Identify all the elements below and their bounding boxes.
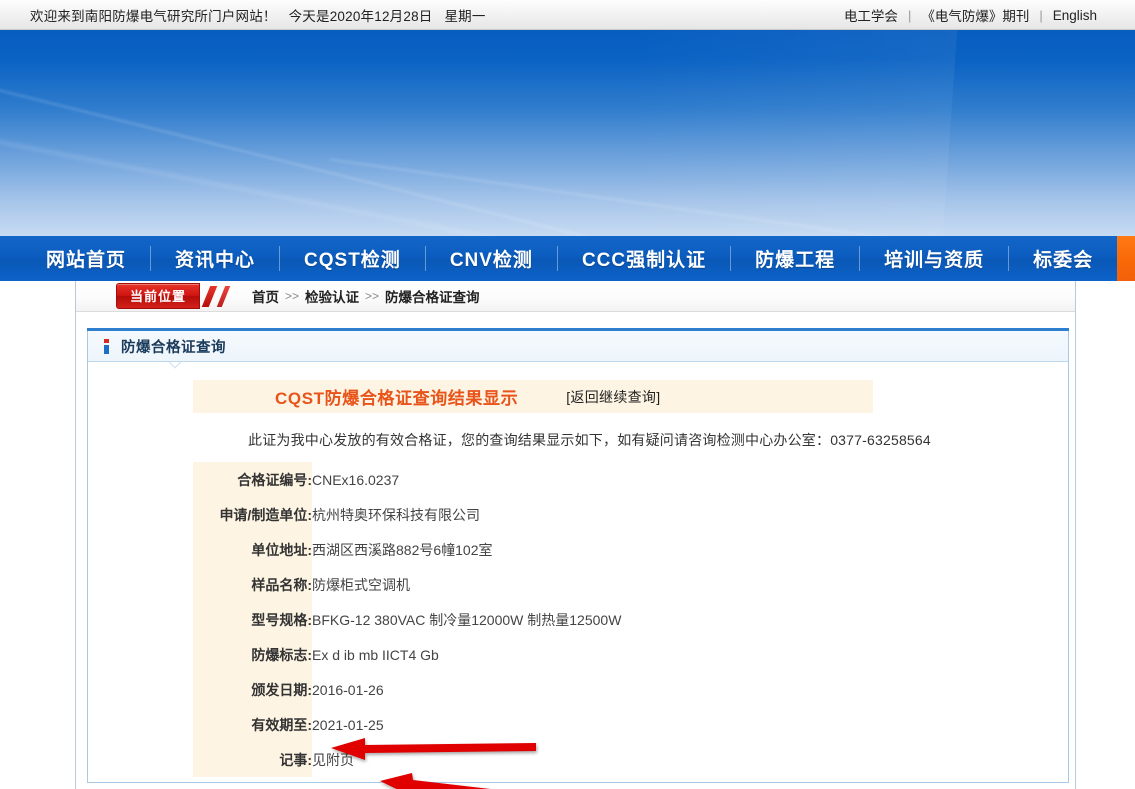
top-links: 电工学会 | 《电气防爆》期刊 | English [834, 0, 1107, 30]
row-value-remarks: 见附页 [312, 742, 621, 777]
table-row: 样品名称: 防爆柜式空调机 [193, 567, 621, 602]
breadcrumb-separator-2: >> [365, 289, 379, 303]
breadcrumb-item-current: 防爆合格证查询 [385, 286, 480, 306]
row-value-address: 西湖区西溪路882号6幢102室 [312, 532, 621, 567]
nav-item-ccc-certification[interactable]: CCC强制认证 [558, 236, 730, 281]
breadcrumb-path: 首页 >> 检验认证 >> 防爆合格证查询 [252, 286, 480, 306]
welcome-message: 欢迎来到南阳防爆电气研究所门户网站！ [30, 9, 277, 24]
top-link-english[interactable]: English [1043, 8, 1107, 23]
page-body: 当前位置 首页 >> 检验认证 >> 防爆合格证查询 防爆合格证查询 [0, 281, 1135, 789]
breadcrumb-badge-slash-2 [217, 286, 230, 307]
back-to-query-link[interactable]: [返回继续查询] [566, 387, 660, 407]
nav-item-home[interactable]: 网站首页 [22, 236, 150, 281]
breadcrumb-badge-label: 当前位置 [116, 283, 200, 309]
table-row: 防爆标志: Ex d ib mb IICT4 Gb [193, 637, 621, 672]
row-value-sample-name: 防爆柜式空调机 [312, 567, 621, 602]
weekday: 星期一 [444, 9, 485, 24]
row-label-remarks: 记事: [193, 742, 312, 777]
nav-item-industry-association[interactable]: 行业协会 [1117, 236, 1135, 281]
row-label-ex-marking: 防爆标志: [193, 637, 312, 672]
row-value-certificate-number: CNEx16.0237 [312, 462, 621, 497]
nav-item-cqst-testing[interactable]: CQST检测 [280, 236, 425, 281]
nav-item-training-qualification[interactable]: 培训与资质 [860, 236, 1008, 281]
breadcrumb: 当前位置 首页 >> 检验认证 >> 防爆合格证查询 [76, 281, 1075, 312]
row-value-model-spec: BFKG-12 380VAC 制冷量12000W 制热量12500W [312, 602, 621, 637]
nav-items: 网站首页 资讯中心 CQST检测 CNV检测 CCC强制认证 防爆工程 培训与资… [22, 236, 1135, 281]
table-row: 型号规格: BFKG-12 380VAC 制冷量12000W 制热量12500W [193, 602, 621, 637]
breadcrumb-badge: 当前位置 [116, 286, 200, 307]
breadcrumb-badge-slash-1 [202, 286, 217, 307]
table-row: 申请/制造单位: 杭州特奥环保科技有限公司 [193, 497, 621, 532]
table-row: 合格证编号: CNEx16.0237 [193, 462, 621, 497]
panel-header: 防爆合格证查询 [88, 331, 1068, 362]
row-label-address: 单位地址: [193, 532, 312, 567]
row-value-valid-until: 2021-01-25 [312, 707, 621, 742]
site-banner [0, 30, 1135, 236]
info-icon [104, 339, 109, 354]
breadcrumb-separator-1: >> [285, 289, 299, 303]
top-link-journal[interactable]: 《电气防爆》期刊 [911, 5, 1039, 25]
welcome-text: 欢迎来到南阳防爆电气研究所门户网站！ 今天是2020年12月28日星期一 [30, 5, 486, 25]
nav-item-cnv-testing[interactable]: CNV检测 [426, 236, 557, 281]
table-row: 记事: 见附页 [193, 742, 621, 777]
nav-item-standards-committee[interactable]: 标委会 [1009, 236, 1117, 281]
top-utility-bar: 欢迎来到南阳防爆电气研究所门户网站！ 今天是2020年12月28日星期一 电工学会… [0, 0, 1135, 30]
nav-item-explosion-proof-engineering[interactable]: 防爆工程 [731, 236, 859, 281]
panel-title: 防爆合格证查询 [121, 336, 226, 357]
table-row: 有效期至: 2021-01-25 [193, 707, 621, 742]
row-value-ex-marking: Ex d ib mb IICT4 Gb [312, 637, 621, 672]
query-result: CQST防爆合格证查询结果显示 [返回继续查询] 此证为我中心发放的有效合格证，… [88, 362, 1068, 777]
row-label-valid-until: 有效期至: [193, 707, 312, 742]
result-title-bar: CQST防爆合格证查询结果显示 [返回继续查询] [193, 380, 873, 413]
certificate-detail-table: 合格证编号: CNEx16.0237 申请/制造单位: 杭州特奥环保科技有限公司… [193, 462, 621, 777]
result-title: CQST防爆合格证查询结果显示 [275, 384, 518, 409]
row-label-model-spec: 型号规格: [193, 602, 312, 637]
table-row: 颁发日期: 2016-01-26 [193, 672, 621, 707]
main-navigation: 网站首页 资讯中心 CQST检测 CNV检测 CCC强制认证 防爆工程 培训与资… [0, 236, 1135, 281]
row-value-issue-date: 2016-01-26 [312, 672, 621, 707]
row-label-applicant-manufacturer: 申请/制造单位: [193, 497, 312, 532]
breadcrumb-item-inspection-certification[interactable]: 检验认证 [305, 286, 359, 306]
banner-streak-1 [0, 74, 1135, 236]
row-label-sample-name: 样品名称: [193, 567, 312, 602]
top-link-electrical-society[interactable]: 电工学会 [834, 5, 908, 25]
result-description: 此证为我中心发放的有效合格证，您的查询结果显示如下，如有疑问请咨询检测中心办公室… [248, 430, 1068, 450]
today-date: 今天是2020年12月28日 [289, 9, 433, 24]
content-frame: 当前位置 首页 >> 检验认证 >> 防爆合格证查询 防爆合格证查询 [75, 281, 1076, 789]
breadcrumb-item-home[interactable]: 首页 [252, 286, 279, 306]
row-value-applicant-manufacturer: 杭州特奥环保科技有限公司 [312, 497, 621, 532]
query-panel: 防爆合格证查询 CQST防爆合格证查询结果显示 [返回继续查询] 此证为我中心发… [87, 328, 1069, 783]
banner-streak-2 [0, 128, 1135, 236]
row-label-certificate-number: 合格证编号: [193, 462, 312, 497]
row-label-issue-date: 颁发日期: [193, 672, 312, 707]
nav-item-news-center[interactable]: 资讯中心 [151, 236, 279, 281]
table-row: 单位地址: 西湖区西溪路882号6幢102室 [193, 532, 621, 567]
